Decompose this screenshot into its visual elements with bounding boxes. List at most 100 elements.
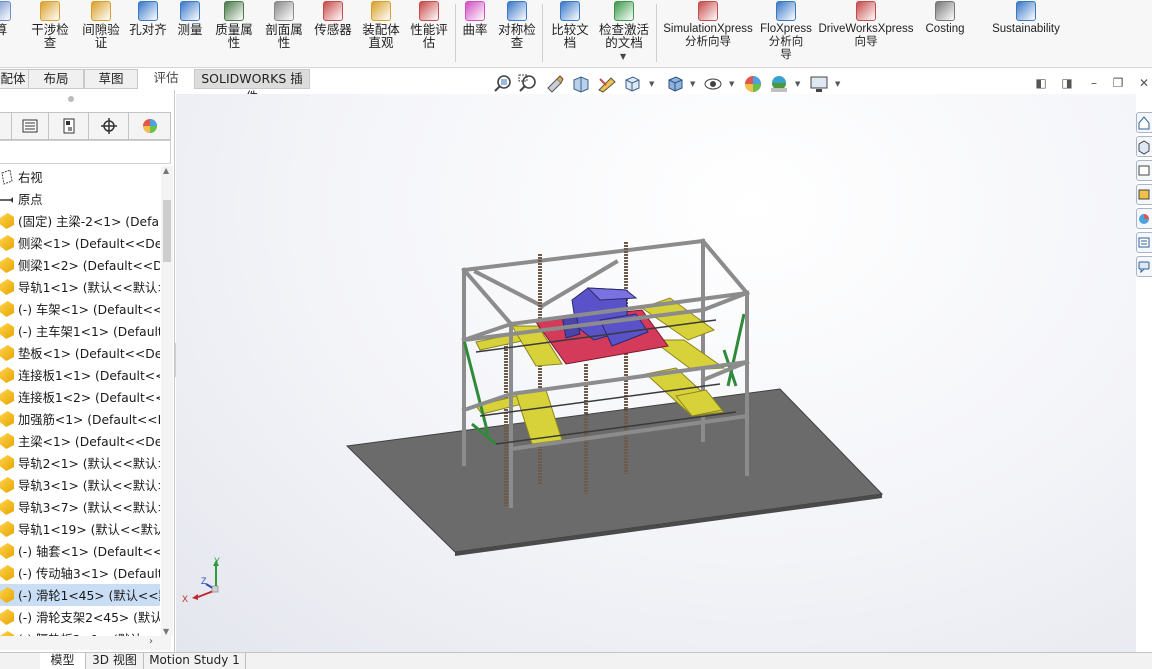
tree-item[interactable]: 主梁<1> (Default<<Defa (0, 430, 160, 452)
forum-icon[interactable] (1136, 256, 1152, 277)
scroll-down-icon[interactable]: ▼ (163, 627, 169, 636)
ribbon-button-10[interactable]: 曲率 (460, 0, 490, 66)
display-manager-tab[interactable] (129, 112, 171, 140)
graphics-area[interactable]: Y X Z (176, 94, 1136, 652)
feature-tree: 右视原点 (固定) 主梁-2<1> (Default<<Default> 侧梁<1>… (0, 166, 160, 636)
ribbon-button-7[interactable]: 传感器 (310, 0, 356, 66)
command-tab-3[interactable]: 评估 (138, 69, 194, 89)
tree-item[interactable]: 加强筋<1> (Default<<De (0, 408, 160, 430)
tree-item[interactable]: (-) 主车架1<1> (Default<< (0, 320, 160, 342)
view-settings-icon[interactable] (809, 74, 829, 94)
tree-horizontal-scrollbar[interactable]: › (0, 636, 171, 650)
zoom-to-fit-icon[interactable] (493, 74, 513, 94)
minimize-icon[interactable]: – (1087, 76, 1101, 90)
tree-item[interactable]: 连接板1<2> (Default<<D (0, 386, 160, 408)
scroll-up-icon[interactable]: ▲ (163, 166, 169, 175)
ribbon-button-9[interactable]: 性能评 估 (408, 0, 450, 66)
ribbon-button-label: 比较文 档 (551, 22, 589, 50)
hide-show-items-icon[interactable] (703, 74, 723, 94)
tree-item[interactable]: 连接板1<1> (Default<<D (0, 364, 160, 386)
command-tab-1[interactable]: 布局 (28, 69, 84, 89)
tile-left-icon[interactable]: ◧ (1034, 76, 1048, 90)
tree-filter-input[interactable] (0, 140, 171, 164)
tree-item[interactable]: (-) 车架<1> (Default<<D (0, 298, 160, 320)
chevron-down-icon[interactable]: ▼ (835, 80, 840, 88)
design-library-icon[interactable] (1136, 136, 1152, 157)
chevron-down-icon[interactable]: ▼ (649, 80, 654, 88)
scrollbar-thumb[interactable] (163, 200, 171, 262)
tree-item[interactable]: (-) 轴套<1> (Default<<D (0, 540, 160, 562)
edit-appearance-icon[interactable] (743, 74, 763, 94)
command-tab-4[interactable]: SOLIDWORKS 插件 (194, 69, 310, 104)
ribbon-button-label: 传感器 (314, 22, 352, 37)
ribbon-button-18[interactable]: Sustainability (990, 0, 1062, 66)
view-orientation-icon[interactable] (622, 74, 642, 94)
ribbon-button-12[interactable]: 比较文 档 (548, 0, 592, 66)
tree-item[interactable]: (-) 滑轮支架2<45> (默认< (0, 606, 160, 628)
tree-item[interactable]: 导轨3<1> (默认<<默认>_ (0, 474, 160, 496)
view-palette-icon[interactable] (1136, 184, 1152, 205)
tree-item[interactable]: (-) 滑轮1<45> (默认<<默 (0, 584, 160, 606)
ribbon-button-14[interactable]: SimulationXpress 分析向导 (662, 0, 754, 66)
solidworks-resources-icon[interactable] (1136, 112, 1152, 133)
ribbon-button-11[interactable]: 对称检 查 (496, 0, 538, 66)
custom-properties-icon[interactable] (1136, 232, 1152, 253)
panel-grip[interactable] (68, 96, 74, 102)
ribbon-button-4[interactable]: 测量 (174, 0, 206, 66)
scroll-right-icon[interactable]: › (149, 636, 153, 647)
tree-item[interactable]: 原点 (0, 188, 160, 210)
tree-item[interactable]: 垫板<1> (Default<<Defa (0, 342, 160, 364)
command-tab-2[interactable]: 草图 (84, 69, 138, 89)
display-style-icon[interactable] (665, 74, 685, 94)
feature-manager-tab[interactable] (0, 112, 12, 140)
tree-item[interactable]: (-) 传动轴3<1> (Default< (0, 562, 160, 584)
tree-item[interactable]: 侧梁<1> (Default<<Default> (0, 232, 160, 254)
ribbon-button-1[interactable]: 干涉检 查 (28, 0, 72, 66)
ribbon-button-6[interactable]: 剖面属 性 (262, 0, 306, 66)
file-explorer-icon[interactable] (1136, 160, 1152, 181)
chevron-down-icon[interactable]: ▼ (690, 80, 695, 88)
bottom-tab-1[interactable]: 3D 视图 (86, 653, 144, 669)
ribbon-button-0[interactable]: 算 (0, 0, 11, 66)
ribbon-button-2[interactable]: 间隙验 证 (78, 0, 124, 66)
part-icon (0, 609, 14, 625)
ribbon-button-17[interactable]: Costing (922, 0, 968, 66)
ribbon-button-icon (224, 1, 244, 21)
bottom-tab-2[interactable]: Motion Study 1 (144, 653, 246, 669)
tree-item[interactable]: 导轨2<1> (默认<<默认>_ (0, 452, 160, 474)
tree-item[interactable]: 侧梁1<2> (Default<<Default> (0, 254, 160, 276)
section-view-icon[interactable] (571, 74, 591, 94)
restore-icon[interactable]: ❐ (1111, 76, 1125, 90)
tree-item[interactable]: 导轨3<7> (默认<<默认>_ (0, 496, 160, 518)
configuration-manager-tab[interactable] (49, 112, 89, 140)
close-icon[interactable]: ✕ (1137, 76, 1151, 90)
tree-item[interactable]: 右视 (0, 166, 160, 188)
tree-item[interactable]: (-) 隔热板2<1> (默认 (0, 628, 160, 636)
bottom-tab-0[interactable]: 模型 (40, 653, 86, 669)
chevron-down-icon[interactable]: ▼ (729, 80, 734, 88)
tile-right-icon[interactable]: ◨ (1060, 76, 1074, 90)
ribbon-button-3[interactable]: 孔对齐 (126, 0, 170, 66)
property-manager-tab[interactable] (12, 112, 49, 140)
chevron-down-icon[interactable]: ▼ (620, 52, 626, 61)
ribbon-button-label: DriveWorksXpress 向导 (818, 23, 914, 48)
ribbon-button-8[interactable]: 装配体 直观 (358, 0, 404, 66)
dynamic-annotation-icon[interactable] (597, 74, 617, 94)
assembly-model[interactable]: Y X Z (176, 94, 1136, 652)
ribbon-button-16[interactable]: DriveWorksXpress 向导 (818, 0, 914, 66)
tree-item[interactable]: (固定) 主梁-2<1> (Default<<Default> (0, 210, 160, 232)
tree-item-label: 导轨2<1> (默认<<默认>_ (18, 457, 160, 471)
appearances-icon[interactable] (1136, 208, 1152, 229)
apply-scene-icon[interactable] (769, 74, 789, 94)
previous-view-icon[interactable] (545, 74, 565, 94)
ribbon-button-5[interactable]: 质量属 性 (212, 0, 256, 66)
tree-item-label: 原点 (18, 193, 43, 207)
dimxpert-manager-tab[interactable] (89, 112, 129, 140)
tree-item[interactable]: 导轨1<1> (默认<<默认>_ (0, 276, 160, 298)
ribbon-button-15[interactable]: FloXpress 分析向 导 (760, 0, 812, 66)
chevron-down-icon[interactable]: ▼ (795, 80, 800, 88)
tree-item[interactable]: 导轨1<19> (默认<<默认> (0, 518, 160, 540)
ribbon-button-label: FloXpress 分析向 导 (760, 23, 812, 61)
part-icon (0, 301, 14, 317)
zoom-to-area-icon[interactable] (518, 74, 538, 94)
